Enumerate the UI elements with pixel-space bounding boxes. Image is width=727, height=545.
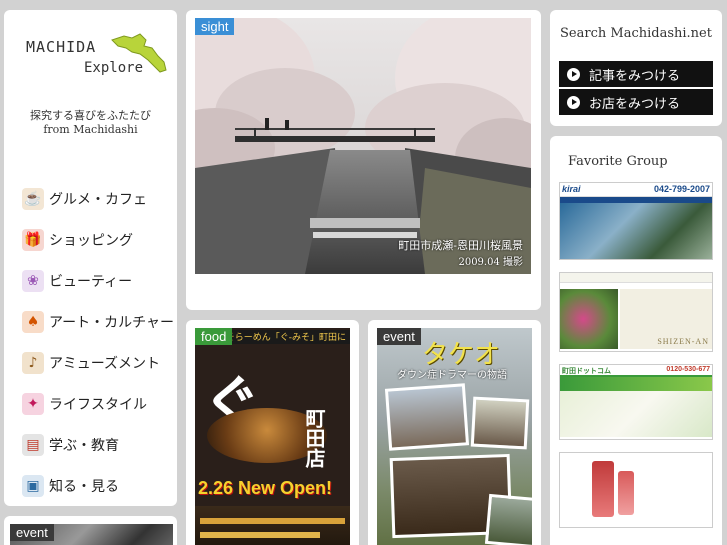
play-arrow-icon	[567, 67, 580, 81]
event-stub-badge: event	[10, 524, 54, 541]
cherry-blossom-river-photo	[195, 18, 531, 274]
event-photo-1	[384, 383, 470, 451]
event-card-stub[interactable]: event	[4, 516, 177, 545]
feature-photo[interactable]: sight 町田市成瀬-恩田川桜風景 2009.04 撮影	[195, 18, 531, 274]
tagline-jp: 探究する喜びをふたたび	[30, 109, 151, 122]
find-article-button[interactable]: 記事をみつける	[559, 61, 713, 87]
event-photo-4	[484, 493, 532, 545]
nav-item-beauty[interactable]: ❀ ビューティー	[22, 260, 174, 301]
thumb-header	[560, 273, 712, 283]
event-subtitle: ダウン症ドラマーの物語	[397, 370, 507, 381]
food-badge: food	[195, 328, 233, 345]
machida-map-icon	[111, 33, 167, 73]
thumb-header: kirai 042-799-2007	[560, 183, 712, 197]
favorite-thumb-kirai[interactable]: kirai 042-799-2007	[559, 182, 713, 260]
thumb-brand: kirai	[562, 184, 581, 194]
tagline-en: from Machidashi	[43, 123, 138, 136]
sight-badge: sight	[195, 18, 235, 35]
tv-icon: ▣	[22, 474, 44, 497]
thumb-banner	[560, 377, 712, 391]
food-details-line	[200, 532, 320, 538]
thumb-brand: 町田ドットコム	[562, 367, 611, 375]
tagline: 探究する喜びをふたたび from Machidashi	[4, 109, 177, 137]
nav-item-amusement[interactable]: ♪ アミューズメント	[22, 342, 174, 383]
search-title: Search Machidashi.net	[560, 26, 712, 41]
favorite-thumb-shop[interactable]: shop	[559, 452, 713, 528]
nav-item-label: 学ぶ・教育	[49, 437, 119, 454]
find-shop-button[interactable]: お店をみつける	[559, 89, 713, 115]
nav-item-gourmet[interactable]: ☕ グルメ・カフェ	[22, 178, 174, 219]
thumb-image-left	[560, 289, 618, 349]
thumb-product	[618, 471, 634, 515]
feature-card[interactable]: sight 町田市成瀬-恩田川桜風景 2009.04 撮影	[186, 10, 541, 310]
nav-item-label: ビューティー	[49, 273, 133, 290]
thumb-phone: 042-799-2007	[653, 184, 710, 194]
event-card-image[interactable]: タケオ ダウン症ドラマーの物語 event	[377, 328, 532, 545]
nav-item-knowledge[interactable]: ▣ 知る・見る	[22, 465, 174, 506]
nav-item-label: ライフスタイル	[49, 396, 147, 413]
nav-item-shopping[interactable]: 🎁 ショッピング	[22, 219, 174, 260]
logo-text-line1: MACHIDA	[26, 38, 97, 56]
nav-item-label: アミューズメント	[49, 355, 161, 372]
find-shop-label: お店をみつける	[589, 96, 681, 112]
gift-icon: 🎁	[22, 228, 44, 251]
left-sidebar: MACHIDA Explore 探究する喜びをふたたび from Machida…	[4, 10, 177, 506]
nav-item-art[interactable]: ♠ アート・カルチャー	[22, 301, 174, 342]
art-icon: ♠	[22, 310, 44, 333]
nav-item-education[interactable]: ▤ 学ぶ・教育	[22, 424, 174, 465]
thumb-image	[560, 203, 712, 259]
nav-item-label: グルメ・カフェ	[49, 191, 147, 208]
nav-item-lifestyle[interactable]: ✦ ライフスタイル	[22, 383, 174, 424]
food-card[interactable]: みそらーめん「ぐ-みそ」町田に ぐ 町田店 2.26 New Open! foo…	[186, 320, 359, 545]
thumb-image	[560, 453, 712, 527]
feature-caption-date: 2009.04 撮影	[458, 257, 523, 268]
nav-item-label: 知る・見る	[49, 478, 119, 495]
food-card-image[interactable]: みそらーめん「ぐ-みそ」町田に ぐ 町田店 2.26 New Open! foo…	[195, 328, 350, 545]
search-panel: Search Machidashi.net 記事をみつける お店をみつける	[550, 10, 722, 126]
category-nav: ☕ グルメ・カフェ 🎁 ショッピング ❀ ビューティー ♠ アート・カルチャー …	[22, 178, 174, 506]
thumb-phone: 0120-530-677	[666, 366, 710, 373]
guitar-icon: ♪	[22, 351, 44, 374]
nav-item-label: ショッピング	[49, 232, 133, 249]
book-icon: ▤	[22, 433, 44, 456]
lifestyle-icon: ✦	[22, 392, 44, 415]
nav-item-label: アート・カルチャー	[49, 314, 175, 331]
food-details-strip	[195, 506, 350, 545]
event-photo-2	[470, 396, 530, 450]
thumb-header: 町田ドットコム 0120-530-677	[560, 365, 712, 377]
thumb-image	[560, 391, 712, 437]
event-card[interactable]: タケオ ダウン症ドラマーの物語 event	[368, 320, 541, 545]
favorite-thumb-machida-dotcom[interactable]: 町田ドットコム 0120-530-677	[559, 364, 713, 440]
play-arrow-icon	[567, 95, 580, 109]
beauty-icon: ❀	[22, 269, 44, 292]
favorite-group-panel: Favorite Group kirai 042-799-2007 SHIZEN…	[550, 136, 722, 545]
site-logo[interactable]: MACHIDA Explore	[22, 32, 167, 87]
event-badge: event	[377, 328, 421, 345]
favorite-group-title: Favorite Group	[568, 154, 668, 169]
food-store-name: 町田店	[302, 408, 326, 468]
find-article-label: 記事をみつける	[589, 68, 681, 84]
thumb-product	[592, 461, 614, 517]
thumb-brand: SHIZEN-AN	[657, 337, 709, 346]
food-headline: 2.26 New Open!	[198, 478, 333, 498]
favorite-thumb-shizen-an[interactable]: SHIZEN-AN	[559, 272, 713, 352]
coffee-cup-icon: ☕	[22, 187, 44, 210]
feature-caption-title: 町田市成瀬-恩田川桜風景	[398, 239, 523, 252]
food-details-line	[200, 518, 345, 524]
